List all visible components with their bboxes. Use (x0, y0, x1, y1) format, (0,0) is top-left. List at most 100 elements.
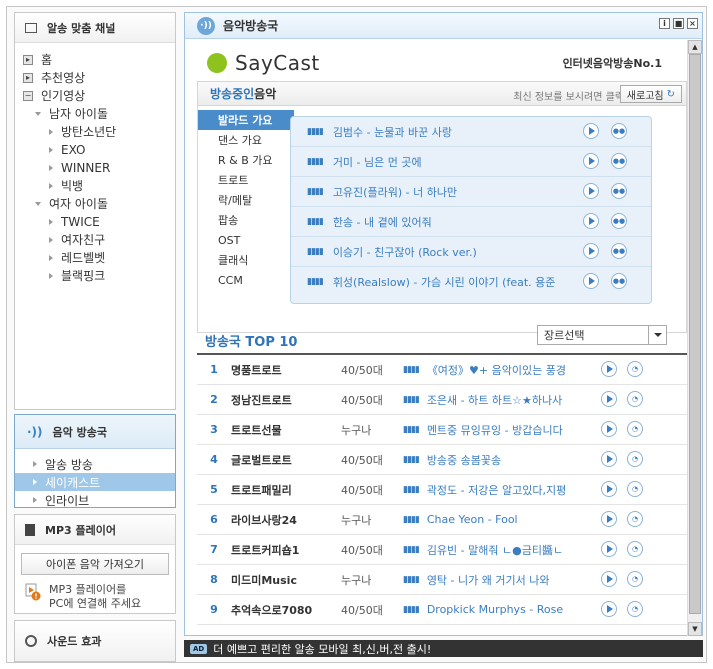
play-icon[interactable] (601, 601, 617, 617)
onair-song[interactable]: ▮▮▮▮ 거미 - 님은 먼 곳에 ●● (291, 147, 651, 177)
play-icon[interactable] (583, 213, 599, 229)
tree-item[interactable]: 여자 아이돌 (23, 195, 175, 213)
onair-song[interactable]: ▮▮▮▮ 고유진(플라워) - 너 하나만 ●● (291, 177, 651, 207)
scroll-up-icon[interactable]: ▲ (688, 40, 702, 54)
refresh-button[interactable]: 새로고침 ↻ (619, 85, 682, 103)
genre-item[interactable]: CCM (198, 270, 294, 290)
onair-song[interactable]: ▮▮▮▮ 김범수 - 눈물과 바꾼 사랑 ●● (291, 117, 651, 147)
genre-item[interactable]: OST (198, 230, 294, 250)
station-name[interactable]: 글로벌트로트 (231, 452, 341, 468)
ad-banner[interactable]: AD 더 예쁘고 편리한 알송 모바일 최,신,버,전 출시! (184, 640, 703, 657)
genre-item[interactable]: 락/메탈 (198, 190, 294, 210)
tree-item[interactable]: 방탄소년단 (23, 123, 175, 141)
genre-item[interactable]: 클래식 (198, 250, 294, 270)
scroll-down-icon[interactable]: ▼ (688, 622, 702, 636)
top10-row[interactable]: 2 정남진트로트 40/50대 ▮▮▮▮ 조은새 - 하트 하트☆★하나사 ◔ (197, 385, 687, 415)
scrollbar-thumb[interactable] (689, 54, 701, 614)
station-name[interactable]: 트로트패밀리 (231, 482, 341, 498)
onair-song[interactable]: ▮▮▮▮ 이승기 - 친구잖아 (Rock ver.) ●● (291, 237, 651, 267)
play-icon[interactable] (583, 183, 599, 199)
radio-item[interactable]: 세이캐스트 (15, 473, 175, 491)
station-name[interactable]: 라이브사랑24 (231, 512, 341, 528)
station-name[interactable]: 트로트커피숍1 (231, 542, 341, 558)
refresh-hint: 최신 정보를 보시려면 클릭 (513, 92, 624, 103)
genre-item[interactable]: 댄스 가요 (198, 130, 294, 150)
top10-row[interactable]: 3 트로트선물 누구나 ▮▮▮▮ 멘트중 뮤잉뮤잉 - 방갑습니다 ◔ (197, 415, 687, 445)
tree-item[interactable]: ▸ 홈 (23, 51, 175, 69)
listen-icon[interactable]: ◔ (627, 421, 643, 437)
chat-icon[interactable]: ●● (611, 123, 627, 139)
tree-item[interactable]: 남자 아이돌 (23, 105, 175, 123)
play-icon[interactable] (583, 153, 599, 169)
listen-icon[interactable]: ◔ (627, 451, 643, 467)
import-iphone-music-button[interactable]: 아이폰 음악 가져오기 (21, 553, 169, 575)
top10-row[interactable]: 1 명품트로트 40/50대 ▮▮▮▮ 《여정》♥+ 음악이있는 풍경 ◔ (197, 355, 687, 385)
station-name[interactable]: 미드미Music (231, 572, 341, 588)
caret-right-icon (49, 183, 53, 189)
top10-row[interactable]: 7 트로트커피숍1 40/50대 ▮▮▮▮ 김유빈 - 말해줘 ㄴ●금티醬ㄴ ◔ (197, 535, 687, 565)
chat-icon[interactable]: ●● (611, 183, 627, 199)
play-icon[interactable] (601, 571, 617, 587)
listen-icon[interactable]: ◔ (627, 541, 643, 557)
tree-item[interactable]: TWICE (23, 213, 175, 231)
sound-effect-header[interactable]: 사운드 효과 (15, 621, 175, 661)
tree-item[interactable]: WINNER (23, 159, 175, 177)
top10-row[interactable]: 4 글로벌트로트 40/50대 ▮▮▮▮ 방송중 송봄꽃송 ◔ (197, 445, 687, 475)
radio-item[interactable]: 알송 방송 (15, 455, 175, 473)
station-name[interactable]: 트로트선물 (231, 422, 341, 438)
radio-item[interactable]: 인라이브 (15, 491, 175, 509)
genre-item[interactable]: 트로트 (198, 170, 294, 190)
genre-item[interactable]: R & B 가요 (198, 150, 294, 170)
sound-effect-panel[interactable]: 사운드 효과 (14, 620, 176, 662)
play-icon[interactable] (583, 123, 599, 139)
chat-icon[interactable]: ●● (611, 153, 627, 169)
tree-item[interactable]: ▸ 추천영상 (23, 69, 175, 87)
play-icon[interactable] (601, 541, 617, 557)
tree-item[interactable]: 빅뱅 (23, 177, 175, 195)
chat-icon[interactable]: ●● (611, 213, 627, 229)
station-name[interactable]: 추억속으로7080 (231, 602, 341, 618)
listen-icon[interactable]: ◔ (627, 601, 643, 617)
radio-panel-header[interactable]: ·)) 음악 방송국 (15, 415, 175, 449)
top10-row[interactable]: 6 라이브사랑24 누구나 ▮▮▮▮ Chae Yeon - Fool ◔ (197, 505, 687, 535)
top10-row[interactable]: 5 트로트패밀리 40/50대 ▮▮▮▮ 곽정도 - 저강은 알고있다,지평 ◔ (197, 475, 687, 505)
close-icon[interactable]: × (687, 18, 698, 29)
listen-icon[interactable]: ◔ (627, 571, 643, 587)
station-name[interactable]: 정남진트로트 (231, 392, 341, 408)
play-icon[interactable] (601, 361, 617, 377)
equalizer-icon: ▮▮▮▮ (403, 514, 420, 525)
scrollbar[interactable]: ▲ ▼ (687, 40, 702, 636)
play-icon[interactable] (601, 511, 617, 527)
station-name[interactable]: 명품트로트 (231, 362, 341, 378)
listen-icon[interactable]: ◔ (627, 391, 643, 407)
restore-icon[interactable]: ■ (673, 18, 684, 29)
tree-item[interactable]: 블랙핑크 (23, 267, 175, 285)
genre-item[interactable]: 팝송 (198, 210, 294, 230)
play-icon[interactable] (601, 481, 617, 497)
chevron-down-icon[interactable] (648, 326, 666, 344)
genre-item[interactable]: 발라드 가요 (198, 110, 294, 130)
top10-title-rest: TOP 10 (240, 335, 298, 350)
top10-row[interactable]: 9 추억속으로7080 40/50대 ▮▮▮▮ Dropkick Murphys - R… (197, 595, 687, 625)
play-icon[interactable] (601, 451, 617, 467)
tree-item[interactable]: 여자친구 (23, 231, 175, 249)
listen-icon[interactable]: ◔ (627, 361, 643, 377)
genre-select[interactable]: 장르선택 (537, 325, 667, 345)
play-icon[interactable] (583, 273, 599, 289)
chat-icon[interactable]: ●● (611, 243, 627, 259)
info-icon[interactable]: i (659, 18, 670, 29)
genre-select-value: 장르선택 (544, 329, 585, 342)
onair-song[interactable]: ▮▮▮▮ 한송 - 내 곁에 있어줘 ●● (291, 207, 651, 237)
tree-item[interactable]: 레드벨벳 (23, 249, 175, 267)
play-icon[interactable] (583, 243, 599, 259)
listen-icon[interactable]: ◔ (627, 481, 643, 497)
mp3-panel-header[interactable]: MP3 플레이어 (15, 515, 175, 545)
listen-icon[interactable]: ◔ (627, 511, 643, 527)
play-icon[interactable] (601, 391, 617, 407)
tree-item[interactable]: − 인기영상 (23, 87, 175, 105)
chat-icon[interactable]: ●● (611, 273, 627, 289)
top10-row[interactable]: 8 미드미Music 누구나 ▮▮▮▮ 영탁 - 니가 왜 거기서 나와 ◔ (197, 565, 687, 595)
onair-song[interactable]: ▮▮▮▮ 휘성(Realslow) - 가슴 시린 이야기 (feat. 용준 ●● (291, 267, 651, 297)
tree-item[interactable]: EXO (23, 141, 175, 159)
play-icon[interactable] (601, 421, 617, 437)
